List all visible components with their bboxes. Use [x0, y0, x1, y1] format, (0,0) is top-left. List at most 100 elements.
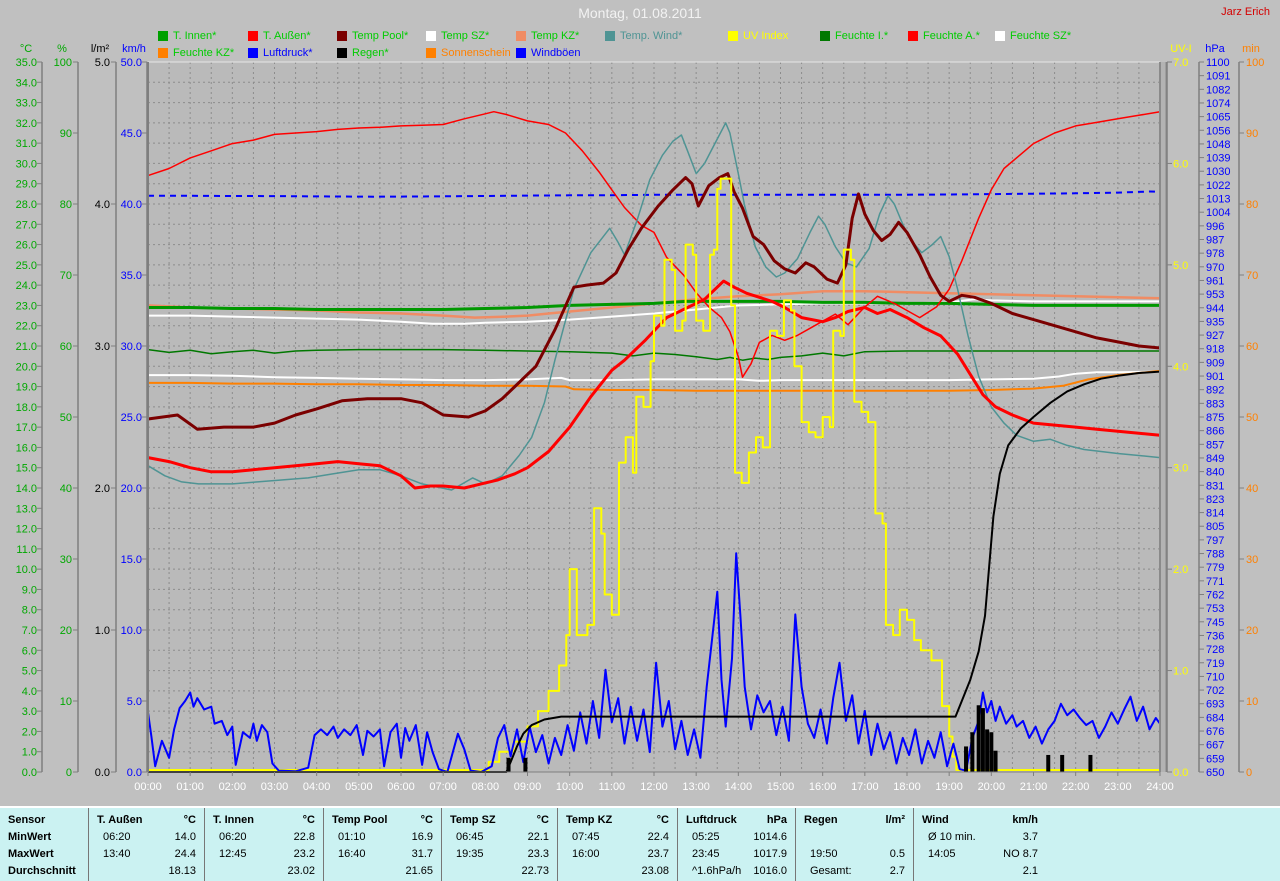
axis-uv-tick-label: 4.0: [1173, 361, 1188, 373]
axis-min-tick-label: 20: [1246, 625, 1258, 637]
legend-swatch-icon: [728, 31, 738, 41]
sensor-unit: °C: [302, 813, 315, 826]
rain-bar: [976, 705, 981, 772]
legend-swatch-icon: [516, 48, 526, 58]
sensor-unit: km/h: [1012, 813, 1038, 826]
axis-min-tick-label: 10: [1246, 696, 1258, 708]
axis-c-tick-label: 7.0: [22, 625, 37, 637]
table-column-temp-pool: Temp Pool °C 01:10 16.9 16:40 31.7 21.65: [323, 808, 441, 881]
legend-item-label: Regen*: [352, 47, 389, 59]
axis-c-tick-label: 19.0: [16, 382, 37, 394]
axis-hpa-tick-label: 805: [1206, 521, 1224, 533]
axis-c-tick-label: 10.0: [16, 564, 37, 576]
max-time: 12:45: [219, 847, 247, 860]
table-column-temp-kz: Temp KZ °C 07:45 22.4 16:00 23.7 23.08: [557, 808, 677, 881]
sensor-name: T. Außen: [97, 813, 143, 826]
legend-swatch-icon: [820, 31, 830, 41]
sensor-unit: l/m²: [885, 813, 905, 826]
axis-hpa-tick-label: 702: [1206, 685, 1224, 697]
axis-hpa-tick-label: 978: [1206, 248, 1224, 260]
min-time: Ø 10 min.: [928, 830, 976, 843]
axis-c-tick-label: 9.0: [22, 584, 37, 596]
axis-c-tick-label: 5.0: [22, 666, 37, 678]
x-tick-label: 04:00: [303, 781, 331, 793]
axis-c-tick-label: 17.0: [16, 422, 37, 434]
x-tick-label: 06:00: [387, 781, 415, 793]
axis-pct-tick-label: 20: [60, 625, 72, 637]
axis-hpa-tick-label: 875: [1206, 412, 1224, 424]
axis-c-tick-label: 33.0: [16, 98, 37, 110]
legend-item-regen: Regen*: [337, 47, 389, 59]
legend-item-temp-kz: Temp KZ*: [516, 30, 579, 42]
legend-item-feuchte-a: Feuchte A.*: [908, 30, 980, 42]
max-value: 23.7: [647, 847, 669, 860]
rain-bar: [1088, 754, 1093, 772]
rain-bar: [1060, 754, 1065, 772]
summary-table: Sensor MinWert MaxWert Durchschnitt T. Außen…: [0, 806, 1280, 881]
axis-c-tick-label: 34.0: [16, 77, 37, 89]
axis-kmh-tick-label: 40.0: [121, 199, 142, 211]
axis-kmh-tick-label: 10.0: [121, 625, 142, 637]
axis-uv-tick-label: 6.0: [1173, 158, 1188, 170]
axis-c-tick-label: 30.0: [16, 158, 37, 170]
axis-lm2-tick-label: 4.0: [95, 199, 110, 211]
x-tick-label: 05:00: [345, 781, 373, 793]
max-time: 19:50: [810, 847, 838, 860]
axis-hpa-tick-label: 901: [1206, 371, 1224, 383]
axis-c-tick-label: 24.0: [16, 280, 37, 292]
legend: T. Innen* T. Außen* Temp Pool* Temp SZ* Temp…: [0, 0, 1280, 62]
legend-swatch-icon: [248, 31, 258, 41]
avg-label: Gesamt:: [810, 864, 852, 877]
max-value: 24.4: [174, 847, 196, 860]
axis-c-tick-label: 14.0: [16, 483, 37, 495]
sensor-name: T. Innen: [213, 813, 254, 826]
avg-value: 2.7: [889, 864, 905, 877]
rain-bar: [985, 729, 990, 772]
axis-c-tick-label: 21.0: [16, 341, 37, 353]
legend-item-luftdruck: Luftdruck*: [248, 47, 313, 59]
min-value: 16.9: [411, 830, 433, 843]
legend-swatch-icon: [158, 31, 168, 41]
avg-value: 22.73: [521, 864, 549, 877]
axis-uv-tick-label: 1.0: [1173, 666, 1188, 678]
axis-min-tick-label: 0: [1246, 767, 1252, 779]
axis-pct-tick-label: 80: [60, 199, 72, 211]
axis-hpa-tick-label: 831: [1206, 480, 1224, 492]
axis-uv: 7.06.05.04.03.02.01.00.0UV-I: [1166, 43, 1192, 779]
legend-item-label: Temp. Wind*: [620, 30, 683, 42]
axis-c-tick-label: 6.0: [22, 645, 37, 657]
axis-hpa-tick-label: 650: [1206, 767, 1224, 779]
legend-swatch-icon: [908, 31, 918, 41]
legend-item-temp-sz: Temp SZ*: [426, 30, 489, 42]
axis-pct-tick-label: 10: [60, 696, 72, 708]
min-time: 06:20: [219, 830, 247, 843]
legend-item-label: Feuchte SZ*: [1010, 30, 1072, 42]
axis-c-tick-label: 20.0: [16, 361, 37, 373]
sensor-name: Temp Pool: [332, 813, 388, 826]
sensor-unit: °C: [656, 813, 669, 826]
avg-value: 23.02: [287, 864, 315, 877]
axis-hpa-tick-label: 728: [1206, 644, 1224, 656]
axis-c-tick-label: 27.0: [16, 219, 37, 231]
x-tick-label: 10:00: [556, 781, 584, 793]
max-time: 19:35: [456, 847, 484, 860]
legend-item-label: T. Außen*: [263, 30, 311, 42]
axis-lm2-tick-label: 2.0: [95, 483, 110, 495]
sensor-unit: °C: [183, 813, 196, 826]
table-row-label: MinWert: [8, 830, 52, 843]
table-column-wind: Wind km/h Ø 10 min. 3.7 14:05 NO 8.7 2.1: [913, 808, 1280, 881]
legend-swatch-icon: [337, 31, 347, 41]
legend-item-label: UV Index: [743, 30, 789, 42]
rain-bar: [506, 757, 511, 772]
axis-hpa-tick-label: 1048: [1206, 139, 1230, 151]
table-row-label: Sensor: [8, 813, 46, 826]
rain-bar: [970, 732, 975, 772]
avg-value: 21.65: [405, 864, 433, 877]
legend-swatch-icon: [158, 48, 168, 58]
avg-value: 1016.0: [753, 864, 787, 877]
axis-hpa-tick-label: 1004: [1206, 207, 1230, 219]
max-value: 31.7: [411, 847, 433, 860]
min-value: 22.8: [293, 830, 315, 843]
axis-hpa-tick-label: 745: [1206, 617, 1224, 629]
axis-hpa-tick-label: 1074: [1206, 98, 1230, 110]
